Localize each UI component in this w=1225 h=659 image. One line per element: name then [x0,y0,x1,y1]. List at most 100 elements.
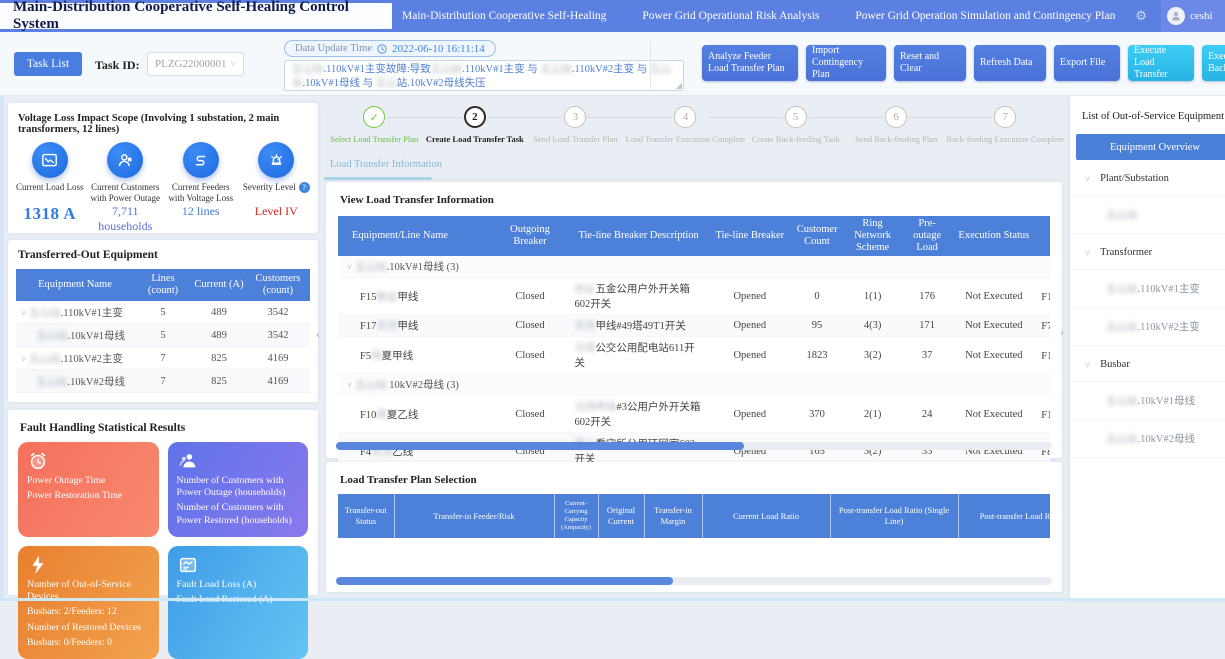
chevron-down-icon[interactable]: ˅ [21,308,26,318]
chevron-down-icon[interactable]: ˅ [1085,360,1090,370]
execution-status-cell: Not Executed [950,278,1037,315]
chevron-down-icon[interactable]: ˅ [1085,248,1090,258]
fault-card-line: Power Restoration Time [27,490,150,502]
nav-item-power-grid-operation-simulation-and-contingency-plan[interactable]: Power Grid Operation Simulation and Cont… [855,10,1115,22]
settings-gear-icon[interactable]: ⚙ [1135,0,1147,32]
tree-section-busbar[interactable]: ˅Busbar [1070,346,1225,382]
tab-load-transfer-information[interactable]: Load Transfer Information [330,159,442,170]
workflow-stepper: ✓ Select Load Transfer Plan2Create Load T… [324,106,1064,158]
chevron-down-icon[interactable]: ˅ [347,262,352,272]
task-list-button[interactable]: Task List [14,52,82,76]
ring-scheme-cell: 4(3) [841,315,904,337]
task-id-select[interactable]: PLZG22000001 ˅ [147,52,244,76]
tree-item[interactable]: 五山站.110kV#2主变 [1070,308,1225,346]
execute-back-feeding-button[interactable]: Execute Back-feeding [1202,45,1225,81]
chevron-down-icon[interactable]: ˅ [1085,174,1090,184]
table-row[interactable]: F17天河甲线Closed天河甲线#49塔49T1开关Opened954(3)1… [338,315,1050,337]
scrollbar-thumb[interactable] [336,442,744,450]
execution-status-cell: Not Executed [950,315,1037,337]
tree-section-transformer[interactable]: ˅Transformer [1070,234,1225,270]
table-row[interactable]: F10网夏乙线Closed马场甲线#3公用户外开关箱602开关Opened370… [338,396,1050,433]
stat-value: Level IV [239,204,315,219]
execute-load-transfer-button[interactable]: Execute Load Transfer [1128,45,1194,81]
table-row[interactable]: ˅五山站.110kV#2主变78254169 [16,347,310,370]
step-4-load-transfer-execution-complete[interactable]: 4Load Transfer Execution Complete [626,106,746,158]
fault-stats-grid: Power Outage TimePower Restoration TimeN… [18,442,308,659]
column-header: Post-transfer Load Ratio (Single Line) [830,494,958,538]
tree-item[interactable]: 五山站 [1070,196,1225,234]
stat-label: Current Load Loss [12,182,88,203]
step-circle: 4 [674,106,696,128]
tie-breaker-desc-cell: 创业五金公用户外开关箱602开关 [570,278,706,315]
table-row[interactable]: F5网夏甲线Closed马场公交公用配电站611开关Opened18233(2)… [338,337,1050,374]
tree-item[interactable]: 五山站.10kV#1母线 [1070,382,1225,420]
outgoing-breaker-cell: Closed [490,396,571,433]
step-label: Select Load Transfer Plan [324,134,425,144]
collapse-right-icon[interactable]: › [1055,318,1069,346]
step-2-create-load-transfer-task[interactable]: 2Create Load Transfer Task [425,106,526,158]
tie-breaker-cell: Opened [707,278,793,315]
import-contingency-plan-button[interactable]: Import Contingency Plan [806,45,886,81]
reset-and-clear-button[interactable]: Reset and Clear [894,45,966,81]
stat-item-current-customers-with-power-outage: Current Customers with Power Outage7,711… [88,142,164,234]
column-header: Transfer-out Status [338,494,394,538]
analyze-feeder-load-transfer-plan-button[interactable]: Analyze Feeder Load Transfer Plan [702,45,798,81]
nav-item-main-distribution-cooperative-self-healing[interactable]: Main-Distribution Cooperative Self-Heali… [402,10,606,22]
lines-cell: 5 [134,324,192,347]
table-header-row: Equipment/Line NameOutgoing BreakerTie-l… [338,216,1050,256]
customer-count-cell: 95 [793,315,842,337]
execution-status-cell: Not Executed [950,337,1037,374]
stat-label: Severity Level? [239,182,315,203]
transferred-out-card: Transferred-Out Equipment Equipment Name… [8,240,318,402]
load-transfer-card: View Load Transfer Information Equipment… [326,182,1062,458]
column-header: Customer Count [793,216,842,256]
column-header: Transfer-in Feeder/Risk [394,494,554,538]
load-transfer-header: Equipment/Line NameOutgoing BreakerTie-l… [338,216,1050,256]
tree-item[interactable]: 五山站.10kV#2母线 [1070,420,1225,458]
scrollbar-thumb[interactable] [336,577,673,585]
export-file-button[interactable]: Export File [1054,45,1120,81]
feeders-voltage-loss-icon [183,142,219,178]
table-row[interactable]: ˅五山站.110kV#1主变54893542 [16,301,310,324]
stat-label: Current Feeders with Voltage Loss [163,182,239,203]
tree-section-plant-substation[interactable]: ˅ Plant/Substation [1070,160,1225,196]
chevron-down-icon[interactable]: ˅ [21,354,26,364]
table-row[interactable]: 五山站.10kV#2母线78254169 [16,370,310,393]
step-5-create-back-feeding-task[interactable]: 5Create Back-feeding Task [745,106,846,158]
horizontal-scrollbar[interactable] [336,442,1052,450]
section-label: Plant/Substation [1100,173,1169,184]
step-7-back-feeding-execution-complete[interactable]: 7Back-feeding Execution Complete [946,106,1064,158]
severity-level-icon [258,142,294,178]
check-icon: ✓ [363,106,385,128]
group-cell: ˅五山站.10kV#1母线 (3) [338,256,1050,278]
tree-item[interactable]: 五山站.110kV#1主变 [1070,270,1225,308]
tie-breaker-desc-cell: 马场甲线#3公用户外开关箱602开关 [570,396,706,433]
fault-card-line: Number of Customers with Power Outage (h… [177,475,300,499]
help-icon[interactable]: ? [299,182,310,193]
collapse-left-icon[interactable]: ‹ [311,320,325,348]
step-1-select-load-transfer-plan[interactable]: ✓ Select Load Transfer Plan [324,106,425,158]
fault-description-textarea[interactable]: 五山站.110kV#1主变故障:导致五山站.110kV#1主变 与 五山站.11… [284,60,684,91]
customer-count-cell: 0 [793,278,842,315]
table-row[interactable]: F15联益甲线Closed创业五金公用户外开关箱602开关Opened01(1)… [338,278,1050,315]
equipment-overview-button[interactable]: Equipment Overview [1076,134,1225,160]
customers-outage-icon [107,142,143,178]
alarm-clock-icon [27,450,49,472]
step-3-send-load-transfer-plan[interactable]: 3Send Load Transfer Plan [525,106,626,158]
equipment-name: .10kV#1母线 [1138,396,1195,407]
chevron-down-icon[interactable]: ˅ [347,380,352,390]
extra-cell: F19马场 [1037,396,1050,433]
horizontal-scrollbar[interactable] [336,577,1052,585]
ring-scheme-cell: 1(1) [841,278,904,315]
group-row[interactable]: ˅五山站 10kV#2母线 (3) [338,374,1050,396]
table-row[interactable]: 五山站.10kV#1母线54893542 [16,324,310,347]
extra-cell: F11五金 [1037,278,1050,315]
step-6-send-back-feeding-plan[interactable]: 6Send Back-feeding Plan [846,106,947,158]
nav-item-power-grid-operational-risk-analysis[interactable]: Power Grid Operational Risk Analysis [642,10,819,22]
redacted-text: 马场 [574,343,595,354]
refresh-data-button[interactable]: Refresh Data [974,45,1046,81]
page-title: Main-Distribution Cooperative Self-Heali… [0,3,392,29]
impact-scope-title: Voltage Loss Impact Scope (Involving 1 s… [8,103,318,135]
user-menu[interactable]: ceshi [1161,0,1225,32]
group-row[interactable]: ˅五山站.10kV#1母线 (3) [338,256,1050,278]
